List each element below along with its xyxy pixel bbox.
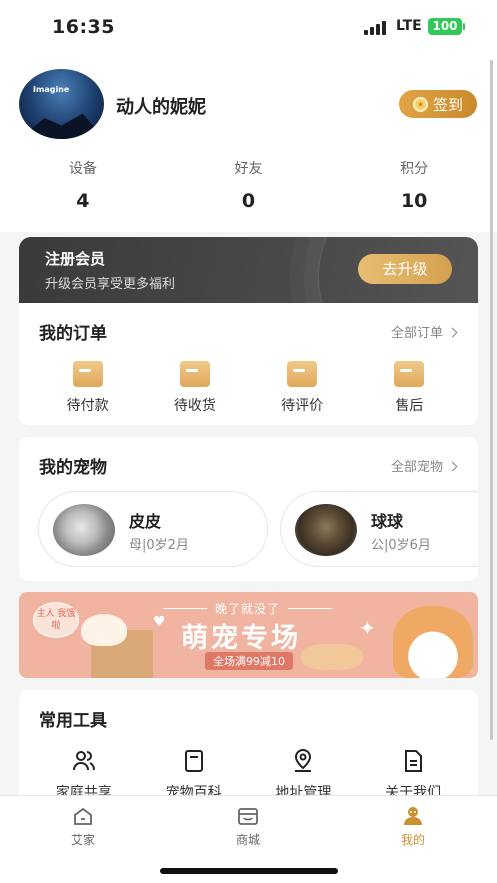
stat-label: 设备	[68, 161, 97, 177]
stat-devices[interactable]: 设备 4	[0, 158, 166, 212]
stat-value: 10	[400, 190, 428, 212]
order-label: 待评价	[281, 398, 324, 414]
document-icon	[405, 750, 423, 772]
scrollbar[interactable]	[490, 60, 493, 740]
store-icon	[238, 808, 258, 825]
stats-row: 设备 4 好友 0 积分 10	[0, 158, 497, 212]
vip-card: 注册会员 升级会员享受更多福利 去升级	[19, 237, 478, 305]
stat-value: 0	[241, 190, 256, 212]
banner-headline: 萌宠专场	[181, 623, 301, 654]
all-orders-link[interactable]: 全部订单	[391, 322, 458, 341]
pet-info: 公|0岁6月	[371, 538, 431, 553]
order-status-row: 待付款 待收货 待评价 售后	[19, 361, 478, 415]
orders-title: 我的订单	[39, 324, 107, 344]
location-pin-icon	[295, 749, 312, 772]
sparkle-icon: ✦	[359, 616, 376, 640]
status-bar: 16:35 LTE 100	[0, 0, 497, 52]
after-sales-icon	[394, 361, 425, 387]
profile-header: Imagine 动人的妮妮 ★ 签到 设备 4 好友 0 积分 10	[0, 52, 497, 232]
tools-title: 常用工具	[39, 711, 107, 731]
pet-card[interactable]: 皮皮 母|0岁2月	[38, 491, 268, 567]
tab-store[interactable]: 商城	[208, 804, 288, 848]
username[interactable]: 动人的妮妮	[116, 93, 206, 119]
avatar-brand-text: Imagine	[33, 85, 70, 94]
order-label: 待付款	[66, 398, 109, 414]
profile-icon	[404, 807, 422, 825]
speech-bubble: 主人 我饿啦	[33, 602, 79, 638]
tab-label: 商城	[235, 833, 260, 847]
network-label: LTE	[396, 18, 422, 34]
coin-icon: ★	[412, 96, 428, 112]
home-icon	[74, 807, 92, 825]
stat-friends[interactable]: 好友 0	[166, 158, 332, 212]
banner-top-text: 晚了就没了	[162, 602, 333, 616]
order-label: 售后	[395, 398, 424, 414]
tab-profile[interactable]: 我的	[373, 804, 453, 848]
cat-illustration	[81, 614, 127, 646]
pets-title: 我的宠物	[39, 458, 107, 478]
chevron-right-icon	[447, 461, 458, 472]
pet-photo	[53, 504, 115, 556]
order-label: 待收货	[173, 398, 216, 414]
order-after-sales[interactable]: 售后	[369, 361, 449, 415]
tab-home[interactable]: 艾家	[43, 804, 123, 848]
order-pending-receipt[interactable]: 待收货	[155, 361, 235, 415]
pet-list[interactable]: 皮皮 母|0岁2月 球球 公|0岁6月	[38, 491, 478, 567]
battery-icon: 100	[428, 18, 465, 35]
upgrade-button[interactable]: 去升级	[358, 254, 452, 284]
tab-label: 我的	[400, 833, 425, 847]
orders-card: 我的订单 全部订单 待付款 待收货 待评价 售后	[19, 303, 478, 425]
tool-about[interactable]: 关于我们	[363, 748, 463, 802]
pet-photo	[295, 504, 357, 556]
truck-box-icon	[179, 361, 210, 387]
all-pets-link[interactable]: 全部宠物	[391, 456, 458, 475]
promo-banner[interactable]: 主人 我饿啦 ♥ 晚了就没了 萌宠专场 全场满99减10 ✦	[19, 592, 478, 678]
family-share-icon	[72, 751, 95, 771]
stat-value: 4	[76, 190, 90, 212]
banner-promo: 全场满99减10	[205, 652, 293, 670]
stat-label: 积分	[400, 161, 429, 177]
pets-card: 我的宠物 全部宠物 皮皮 母|0岁2月 球球 公|0岁6月	[19, 437, 478, 581]
tool-address[interactable]: 地址管理	[253, 748, 353, 802]
tools-row: 家庭共享 宠物百科 地址管理 关于我们	[19, 748, 478, 802]
avatar[interactable]: Imagine	[19, 69, 104, 139]
home-indicator	[160, 868, 338, 874]
heart-icon: ♥	[153, 614, 166, 630]
vip-subtitle: 升级会员享受更多福利	[45, 277, 176, 292]
sign-in-label: 签到	[432, 95, 463, 114]
pet-card[interactable]: 球球 公|0岁6月	[280, 491, 478, 567]
sign-in-button[interactable]: ★ 签到	[399, 90, 477, 118]
stat-points[interactable]: 积分 10	[331, 158, 497, 212]
stat-label: 好友	[234, 161, 263, 177]
order-pending-payment[interactable]: 待付款	[48, 361, 128, 415]
status-time: 16:35	[52, 16, 115, 38]
pet-name: 皮皮	[129, 512, 162, 531]
tool-family-share[interactable]: 家庭共享	[34, 748, 134, 802]
cat-illustration	[393, 606, 473, 678]
pet-encyclopedia-icon	[184, 750, 203, 772]
order-pending-review[interactable]: 待评价	[262, 361, 342, 415]
signal-icon	[364, 21, 386, 35]
chevron-right-icon	[447, 327, 458, 338]
wallet-icon	[72, 361, 103, 387]
review-icon	[287, 361, 318, 387]
vip-title: 注册会员	[45, 250, 106, 268]
cat-illustration	[301, 644, 363, 670]
pet-info: 母|0岁2月	[129, 538, 189, 553]
tab-label: 艾家	[70, 833, 95, 847]
pet-name: 球球	[371, 512, 404, 531]
tool-pet-encyclopedia[interactable]: 宠物百科	[144, 748, 244, 802]
